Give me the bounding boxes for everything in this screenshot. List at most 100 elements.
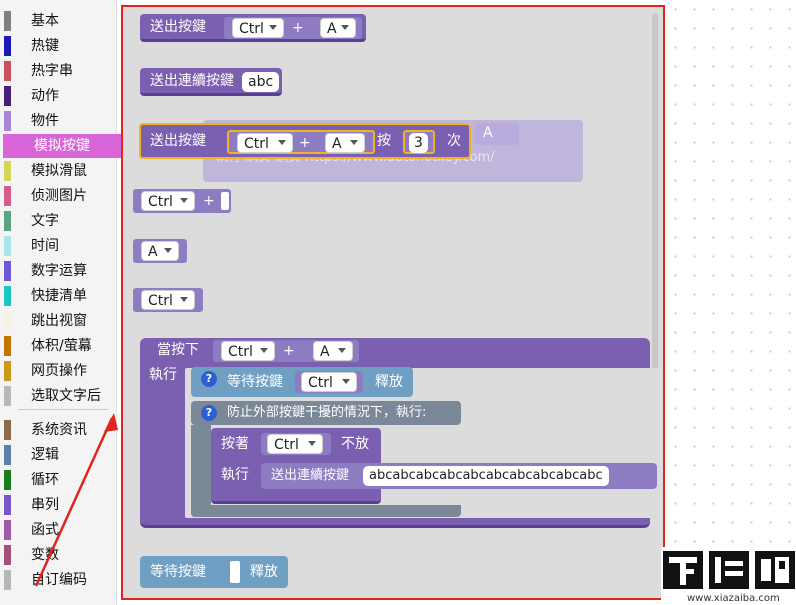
category-color-swatch [4, 336, 11, 356]
sidebar-category[interactable]: 侦测图片 [0, 184, 116, 208]
sidebar-category[interactable]: 时间 [0, 234, 116, 258]
key-dropdown-ctrl[interactable]: Ctrl [221, 341, 275, 361]
prevent-interference-block[interactable]: ? 防止外部按鍵干擾的情況下，執行: [191, 401, 461, 425]
category-color-swatch [4, 386, 11, 406]
watermark-url: www.xiazaiba.com [687, 593, 780, 604]
category-color-swatch [4, 570, 11, 590]
chevron-down-icon [180, 297, 188, 302]
release-label: 釋放 [375, 374, 403, 390]
key-dropdown-a[interactable]: A [325, 133, 365, 153]
category-color-swatch [4, 286, 11, 306]
sidebar-category[interactable]: 基本 [0, 9, 116, 33]
sidebar-category[interactable]: 模拟滑鼠 [0, 159, 116, 183]
workspace-grid[interactable] [666, 0, 796, 605]
category-color-swatch [4, 445, 11, 465]
category-label: 数字运算 [31, 263, 87, 279]
sidebar-category[interactable]: 选取文字后 [0, 384, 116, 408]
sidebar-category[interactable]: 函式 [0, 518, 116, 542]
category-label: 自订编码 [31, 572, 87, 588]
sequence-value[interactable]: abc [242, 72, 280, 92]
key-dropdown-value: Ctrl [148, 293, 173, 309]
key-dropdown-ctrl[interactable]: Ctrl [232, 18, 284, 38]
not-release-label: 不放 [341, 436, 369, 452]
plus-sign: + [292, 20, 304, 36]
key-dropdown-ctrl[interactable]: Ctrl [267, 434, 323, 454]
plus-sign: + [299, 135, 311, 151]
empty-socket [230, 561, 240, 583]
category-color-swatch [4, 11, 11, 31]
chevron-down-icon [260, 348, 268, 353]
category-label: 变数 [31, 547, 59, 563]
sidebar-category[interactable]: 物件 [0, 109, 116, 133]
sidebar-category[interactable]: 系统资讯 [0, 418, 116, 442]
key-dropdown-value: Ctrl [239, 21, 264, 37]
sidebar-category[interactable]: 文字 [0, 209, 116, 233]
times-word: 次 [447, 133, 461, 149]
chevron-down-icon [269, 25, 277, 30]
key-dropdown-a[interactable]: A [320, 18, 356, 38]
category-color-swatch [4, 236, 11, 256]
sidebar-category[interactable]: 模拟按键 [3, 134, 121, 158]
send-keys-label: 送出按鍵 [150, 19, 206, 35]
send-sequence-block-long[interactable]: 送出連續按鍵 abcabcabcabcabcabcabcabcabcabc [261, 463, 657, 489]
prevent-interference-body [191, 425, 211, 517]
category-label: 物件 [31, 113, 59, 129]
key-dropdown-ctrl[interactable]: Ctrl [141, 191, 195, 211]
key-dropdown-ctrl[interactable]: Ctrl [237, 133, 293, 153]
chevron-down-icon [342, 379, 350, 384]
key-combo-socket: Ctrl + A [213, 340, 359, 362]
key-combo-block[interactable]: Ctrl + [133, 189, 231, 213]
send-sequence-label: 送出連續按鍵 [271, 468, 350, 483]
key-dropdown-ctrl[interactable]: Ctrl [301, 372, 357, 392]
sidebar-category[interactable]: 串列 [0, 493, 116, 517]
key-dropdown-value: A [332, 136, 342, 152]
sidebar-category[interactable]: 跳出视窗 [0, 309, 116, 333]
wait-key-block[interactable]: ? 等待按鍵 Ctrl 釋放 [191, 367, 413, 397]
send-keys-block[interactable]: 送出按鍵 Ctrl + A [140, 14, 366, 42]
wait-key-release-block[interactable]: 等待按鍵 釋放 [140, 556, 288, 588]
sidebar-category[interactable]: 热键 [0, 34, 116, 58]
sidebar-category[interactable]: 变数 [0, 543, 116, 567]
sidebar-category[interactable]: 热字串 [0, 59, 116, 83]
sidebar-category[interactable]: 数字运算 [0, 259, 116, 283]
category-color-swatch [4, 261, 11, 281]
times-value[interactable]: 3 [409, 133, 428, 153]
category-label: 循环 [31, 472, 59, 488]
hold-label: 按著 [221, 436, 249, 452]
category-color-swatch [4, 420, 11, 440]
help-icon[interactable]: ? [201, 405, 217, 421]
key-dropdown-ctrl[interactable]: Ctrl [141, 290, 195, 310]
category-label: 快捷清单 [31, 288, 87, 304]
chevron-down-icon [180, 198, 188, 203]
key-ctrl-block[interactable]: Ctrl [133, 288, 203, 312]
key-dropdown-value: Ctrl [148, 194, 173, 210]
release-label: 釋放 [250, 564, 278, 580]
prevent-interference-foot [191, 505, 461, 517]
long-sequence-value[interactable]: abcabcabcabcabcabcabcabcabcabc [363, 466, 609, 486]
sidebar-category[interactable]: 网页操作 [0, 359, 116, 383]
sidebar-category[interactable]: 动作 [0, 84, 116, 108]
empty-socket [221, 192, 229, 210]
key-dropdown-a[interactable]: A [141, 241, 179, 261]
key-dropdown-value: Ctrl [274, 437, 299, 453]
help-icon[interactable]: ? [201, 371, 217, 387]
category-label: 基本 [31, 13, 59, 29]
category-label: 模拟按键 [34, 138, 90, 154]
key-dropdown-a[interactable]: A [313, 341, 353, 361]
category-label: 网页操作 [31, 363, 87, 379]
sidebar-category[interactable]: 体积/萤幕 [0, 334, 116, 358]
send-keys-repeat-block[interactable]: 送出按鍵 Ctrl + A 按 3 次 [139, 123, 471, 159]
times-socket: 3 [403, 130, 435, 154]
sidebar-category[interactable]: 逻辑 [0, 443, 116, 467]
sidebar-category[interactable]: 快捷清单 [0, 284, 116, 308]
sidebar-category[interactable]: 自订编码 [0, 568, 116, 592]
category-label: 热字串 [31, 63, 73, 79]
category-color-swatch [7, 136, 14, 156]
send-sequence-block[interactable]: 送出連續按鍵 abc [140, 68, 282, 96]
key-combo-socket: Ctrl + A [227, 130, 375, 154]
chevron-down-icon [278, 140, 286, 145]
sidebar-category[interactable]: 循环 [0, 468, 116, 492]
key-socket: Ctrl [295, 371, 363, 393]
category-label: 模拟滑鼠 [31, 163, 87, 179]
key-a-block[interactable]: A [133, 239, 187, 263]
